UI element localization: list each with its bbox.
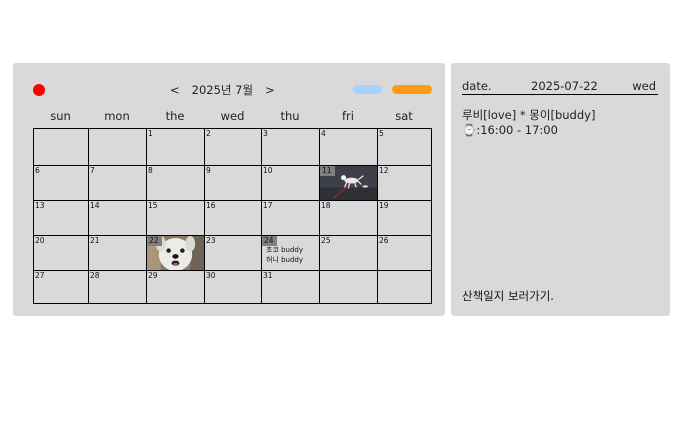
- calendar-empty-cell: [34, 129, 89, 166]
- day-number: 30: [206, 271, 216, 280]
- day-number: 6: [35, 166, 40, 175]
- day-number: 16: [206, 201, 216, 210]
- calendar-day-cell[interactable]: 18: [320, 201, 378, 236]
- next-month-button[interactable]: >: [263, 83, 277, 97]
- selected-date: 2025-07-22: [531, 79, 598, 93]
- calendar-day-cell[interactable]: 16: [205, 201, 262, 236]
- weekday-6: sat: [395, 109, 413, 123]
- watch-icon: ⌚: [462, 123, 477, 137]
- day-number: 21: [90, 236, 100, 245]
- detail-body: 루비[love] * 몽이[buddy] ⌚:16:00 - 17:00: [462, 108, 595, 138]
- day-number: 13: [35, 201, 45, 210]
- weekday-1: mon: [104, 109, 130, 123]
- day-number: 1: [148, 129, 153, 138]
- day-event-list: 초코 buddy 허니 buddy: [266, 245, 303, 265]
- day-number: 7: [90, 166, 95, 175]
- blue-legend-pill[interactable]: [353, 85, 382, 94]
- day-number: 10: [263, 166, 273, 175]
- day-number: 14: [90, 201, 100, 210]
- calendar-day-cell[interactable]: 12: [378, 166, 432, 201]
- calendar-day-cell[interactable]: 8: [147, 166, 205, 201]
- selected-weekday: wed: [632, 79, 656, 93]
- calendar-day-cell[interactable]: 14: [89, 201, 147, 236]
- calendar-day-cell[interactable]: 4: [320, 129, 378, 166]
- calendar-day-cell[interactable]: 20: [34, 236, 89, 271]
- day-number: 15: [148, 201, 158, 210]
- calendar-empty-cell: [89, 129, 147, 166]
- calendar-day-cell[interactable]: 19: [378, 201, 432, 236]
- day-number: 17: [263, 201, 273, 210]
- calendar-day-cell[interactable]: 25: [320, 236, 378, 271]
- calendar-empty-cell: [320, 271, 378, 304]
- weekday-5: fri: [342, 109, 354, 123]
- day-number: 8: [148, 166, 153, 175]
- day-number: 4: [321, 129, 326, 138]
- calendar-panel: < 2025년 7월 > sun mon the wed thu fri sat 12345…: [13, 63, 445, 316]
- day-number: 28: [90, 271, 100, 280]
- day-number: 20: [35, 236, 45, 245]
- calendar-day-cell[interactable]: 17: [262, 201, 320, 236]
- weekday-0: sun: [50, 109, 71, 123]
- calendar-day-cell[interactable]: 7: [89, 166, 147, 201]
- calendar-day-cell[interactable]: 15: [147, 201, 205, 236]
- calendar-day-cell[interactable]: 1: [147, 129, 205, 166]
- record-indicator-dot[interactable]: [33, 84, 45, 96]
- calendar-day-cell[interactable]: 11: [320, 166, 378, 201]
- calendar-day-cell[interactable]: 26: [378, 236, 432, 271]
- calendar-day-cell[interactable]: 13: [34, 201, 89, 236]
- calendar-day-cell[interactable]: 24 초코 buddy 허니 buddy: [262, 236, 320, 271]
- calendar-day-cell[interactable]: 6: [34, 166, 89, 201]
- weekday-4: thu: [280, 109, 300, 123]
- time-row: ⌚:16:00 - 17:00: [462, 123, 595, 138]
- calendar-day-cell[interactable]: 23: [205, 236, 262, 271]
- month-label: 2025년 7월: [191, 83, 254, 97]
- day-number: 12: [379, 166, 389, 175]
- calendar-day-cell[interactable]: 29: [147, 271, 205, 304]
- day-number: 27: [35, 271, 45, 280]
- weekday-3: wed: [220, 109, 245, 123]
- day-number: 22: [147, 236, 162, 246]
- calendar-day-cell[interactable]: 9: [205, 166, 262, 201]
- detail-panel: date. 2025-07-22 wed 루비[love] * 몽이[buddy…: [451, 63, 670, 316]
- day-number: 25: [321, 236, 331, 245]
- entry-names: 루비[love] * 몽이[buddy]: [462, 108, 596, 122]
- calendar-empty-cell: [378, 271, 432, 304]
- date-label: date.: [462, 79, 492, 93]
- calendar-day-cell[interactable]: 10: [262, 166, 320, 201]
- day-number: 5: [379, 129, 384, 138]
- calendar-day-cell[interactable]: 28: [89, 271, 147, 304]
- calendar-grid: 1 2 3 4 5 6 7 8 9 10 11 12 13 14 15 16 17 18 19 20 21 22 23 24 초…: [33, 128, 432, 304]
- month-navigation: < 2025년 7월 >: [168, 82, 277, 98]
- weekday-2: the: [165, 109, 185, 123]
- day-number: 29: [148, 271, 158, 280]
- day-number: 19: [379, 201, 389, 210]
- day-number: 11: [320, 166, 335, 176]
- prev-month-button[interactable]: <: [168, 83, 182, 97]
- time-range: :16:00 - 17:00: [476, 123, 558, 137]
- view-walk-journal-link[interactable]: 산책일지 보러가기.: [462, 288, 554, 304]
- calendar-day-cell[interactable]: 2: [205, 129, 262, 166]
- day-number: 26: [379, 236, 389, 245]
- calendar-day-cell[interactable]: 21: [89, 236, 147, 271]
- calendar-day-cell[interactable]: 22: [147, 236, 205, 271]
- event-entry: 초코 buddy: [266, 246, 304, 254]
- weekday-header-row: sun mon the wed thu fri sat: [33, 109, 432, 123]
- orange-legend-pill[interactable]: [392, 85, 432, 94]
- day-number: 31: [263, 271, 273, 280]
- event-entry: 허니 buddy: [266, 256, 304, 264]
- calendar-day-cell[interactable]: 31: [262, 271, 320, 304]
- day-number: 9: [206, 166, 211, 175]
- day-number: 2: [206, 129, 211, 138]
- day-number: 23: [206, 236, 216, 245]
- detail-header: date. 2025-07-22 wed: [462, 79, 658, 95]
- day-number: 18: [321, 201, 331, 210]
- day-number: 3: [263, 129, 268, 138]
- calendar-day-cell[interactable]: 30: [205, 271, 262, 304]
- calendar-day-cell[interactable]: 27: [34, 271, 89, 304]
- calendar-day-cell[interactable]: 5: [378, 129, 432, 166]
- calendar-day-cell[interactable]: 3: [262, 129, 320, 166]
